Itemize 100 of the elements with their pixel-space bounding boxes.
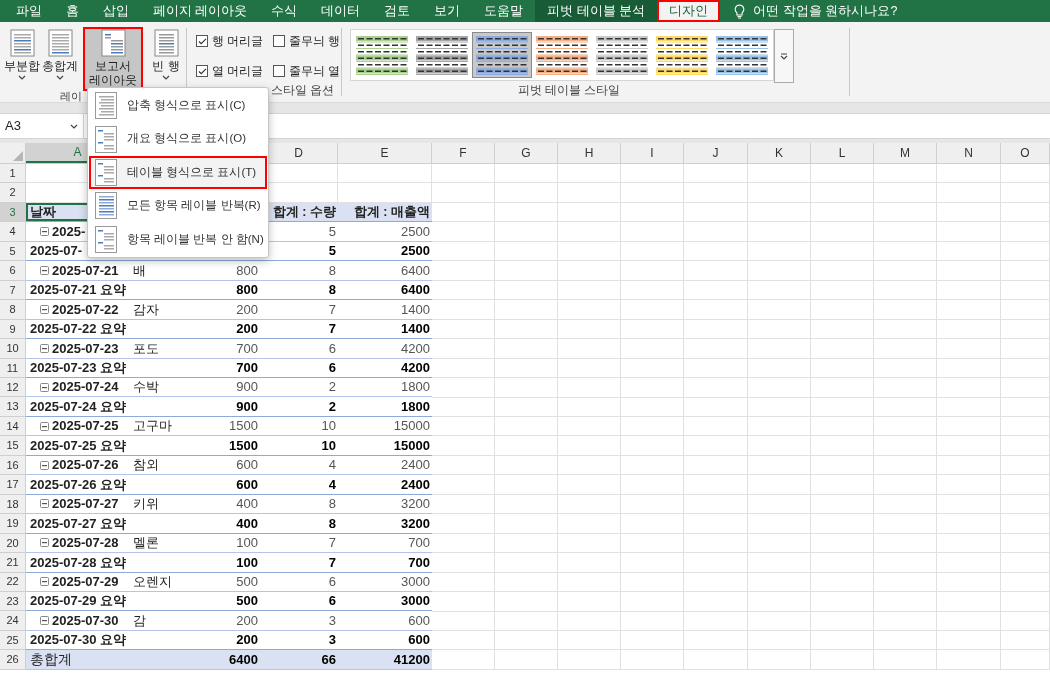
value-cell-text: 6 xyxy=(328,592,336,611)
row-number[interactable]: 22 xyxy=(0,572,26,592)
menu-item[interactable]: 압축 형식으로 표시(C) xyxy=(89,89,267,123)
layout-icon xyxy=(153,29,179,57)
option-checkbox[interactable]: 줄무늬 열 xyxy=(272,62,341,80)
menu-item[interactable]: 테이블 형식으로 표시(T) xyxy=(89,155,267,190)
value-cell-text: 4200 xyxy=(401,339,430,358)
column-header[interactable]: G xyxy=(495,143,558,163)
value-cell-text: 200 xyxy=(236,631,258,650)
row-number[interactable]: 15 xyxy=(0,436,26,456)
column-header[interactable]: M xyxy=(874,143,937,163)
name-box[interactable]: A3 xyxy=(0,114,84,138)
column-header[interactable]: N xyxy=(937,143,1001,163)
value-cell-text: 600 xyxy=(408,631,430,650)
row-number[interactable]: 21 xyxy=(0,553,26,573)
row-number[interactable]: 26 xyxy=(0,650,26,670)
date-cell-text: 2025-07-23 xyxy=(52,339,119,358)
value-cell-text: 600 xyxy=(236,475,258,494)
layout-icon xyxy=(95,225,117,253)
collapse-icon[interactable] xyxy=(40,266,49,275)
caret-icon xyxy=(162,75,170,80)
value-cell-text: 1800 xyxy=(401,378,430,397)
row-number[interactable]: 20 xyxy=(0,533,26,554)
collapse-icon[interactable] xyxy=(40,227,49,237)
row-number[interactable]: 12 xyxy=(0,378,26,398)
value-cell-text: 1500 xyxy=(229,417,258,436)
column-header[interactable]: F xyxy=(432,143,495,163)
item-cell-text: 포도 xyxy=(133,339,159,358)
collapse-icon[interactable] xyxy=(40,382,49,392)
column-header[interactable]: K xyxy=(748,143,811,163)
row-number[interactable]: 4 xyxy=(0,222,26,242)
caret-icon xyxy=(18,75,26,80)
collapse-icon[interactable] xyxy=(40,304,49,314)
ribbon-tab[interactable]: 홈 xyxy=(54,0,91,22)
column-header[interactable]: I xyxy=(621,143,684,163)
value-cell-text: 500 xyxy=(236,573,258,591)
value-cell-text: 2500 xyxy=(401,222,430,241)
value-cell-text: 3000 xyxy=(401,573,430,591)
option-checkbox[interactable]: 행 머리글 xyxy=(196,32,265,50)
row-number[interactable]: 9 xyxy=(0,319,26,340)
tell-me-field[interactable]: 어떤 작업을 원하시나요? xyxy=(753,1,954,21)
row-number[interactable]: 11 xyxy=(0,358,26,378)
menu-item[interactable]: 모든 항목 레이블 반복(R) xyxy=(89,189,267,223)
collapse-icon[interactable] xyxy=(40,499,49,509)
row-number[interactable]: 8 xyxy=(0,300,26,320)
column-header[interactable]: L xyxy=(811,143,874,163)
ribbon-button[interactable]: 보고서 레이아웃 xyxy=(84,28,142,90)
collapse-icon[interactable] xyxy=(40,343,49,353)
row-number[interactable]: 5 xyxy=(0,241,26,262)
item-cell-text: 키위 xyxy=(133,495,159,514)
item-cell-text: 배 xyxy=(133,261,146,280)
row-number[interactable]: 19 xyxy=(0,514,26,534)
ribbon-button[interactable]: 총합계 xyxy=(42,28,78,90)
value-cell-text: 900 xyxy=(236,397,258,416)
option-checkbox[interactable]: 열 머리글 xyxy=(196,62,265,80)
ribbon-tab[interactable]: 검토 xyxy=(372,0,423,22)
ribbon-tab[interactable]: 파일 xyxy=(4,0,54,22)
row-number[interactable]: 1 xyxy=(0,164,26,184)
total-label: 총합계 xyxy=(30,651,72,668)
row-number[interactable]: 10 xyxy=(0,339,26,359)
ribbon-tab[interactable]: 데이터 xyxy=(309,0,373,22)
item-cell-text: 감자 xyxy=(133,300,159,319)
ribbon-tab[interactable]: 수식 xyxy=(259,0,310,22)
row-number[interactable]: 17 xyxy=(0,475,26,495)
value-cell-text: 2 xyxy=(328,397,336,416)
row-number[interactable]: 3 xyxy=(0,202,26,223)
ribbon-button[interactable]: 부분합 xyxy=(4,28,40,90)
ribbon-tab[interactable]: 디자인 xyxy=(657,0,721,22)
value-cell-text: 4200 xyxy=(401,359,430,377)
option-checkbox[interactable]: 줄무늬 행 xyxy=(272,32,341,50)
row-number[interactable]: 6 xyxy=(0,261,26,281)
value-cell-text: 3200 xyxy=(401,514,430,533)
column-header[interactable]: O xyxy=(1001,143,1050,163)
collapse-icon[interactable] xyxy=(40,577,49,587)
row-number[interactable]: 14 xyxy=(0,416,26,437)
value-cell-text: 8 xyxy=(328,281,336,300)
ribbon-tab[interactable]: 보기 xyxy=(422,0,473,22)
ribbon-tab[interactable]: 삽입 xyxy=(91,0,141,22)
row-number[interactable]: 16 xyxy=(0,455,26,476)
row-number[interactable]: 18 xyxy=(0,494,26,515)
dropdown-icon xyxy=(70,123,78,129)
collapse-icon[interactable] xyxy=(40,538,49,548)
menu-item[interactable]: 항목 레이블 반복 안 함(N) xyxy=(89,222,267,257)
collapse-icon[interactable] xyxy=(40,616,49,626)
row-number[interactable]: 2 xyxy=(0,183,26,203)
table-style-swatch[interactable] xyxy=(472,32,532,78)
ribbon-tab[interactable]: 페이지 레이아웃 xyxy=(141,0,260,22)
row-number[interactable]: 25 xyxy=(0,630,26,651)
column-header[interactable]: E xyxy=(338,143,432,163)
column-header[interactable]: J xyxy=(684,143,748,163)
row-number[interactable]: 24 xyxy=(0,611,26,631)
collapse-icon[interactable] xyxy=(40,421,49,431)
column-header[interactable]: H xyxy=(558,143,621,163)
ribbon-tab[interactable]: 피벗 테이블 분석 xyxy=(535,0,658,22)
row-number[interactable]: 7 xyxy=(0,280,26,301)
ribbon-tab[interactable]: 도움말 xyxy=(472,0,536,22)
row-number[interactable]: 13 xyxy=(0,397,26,417)
collapse-icon[interactable] xyxy=(40,460,49,470)
row-number[interactable]: 23 xyxy=(0,591,26,612)
value-cell-text: 2400 xyxy=(401,456,430,475)
